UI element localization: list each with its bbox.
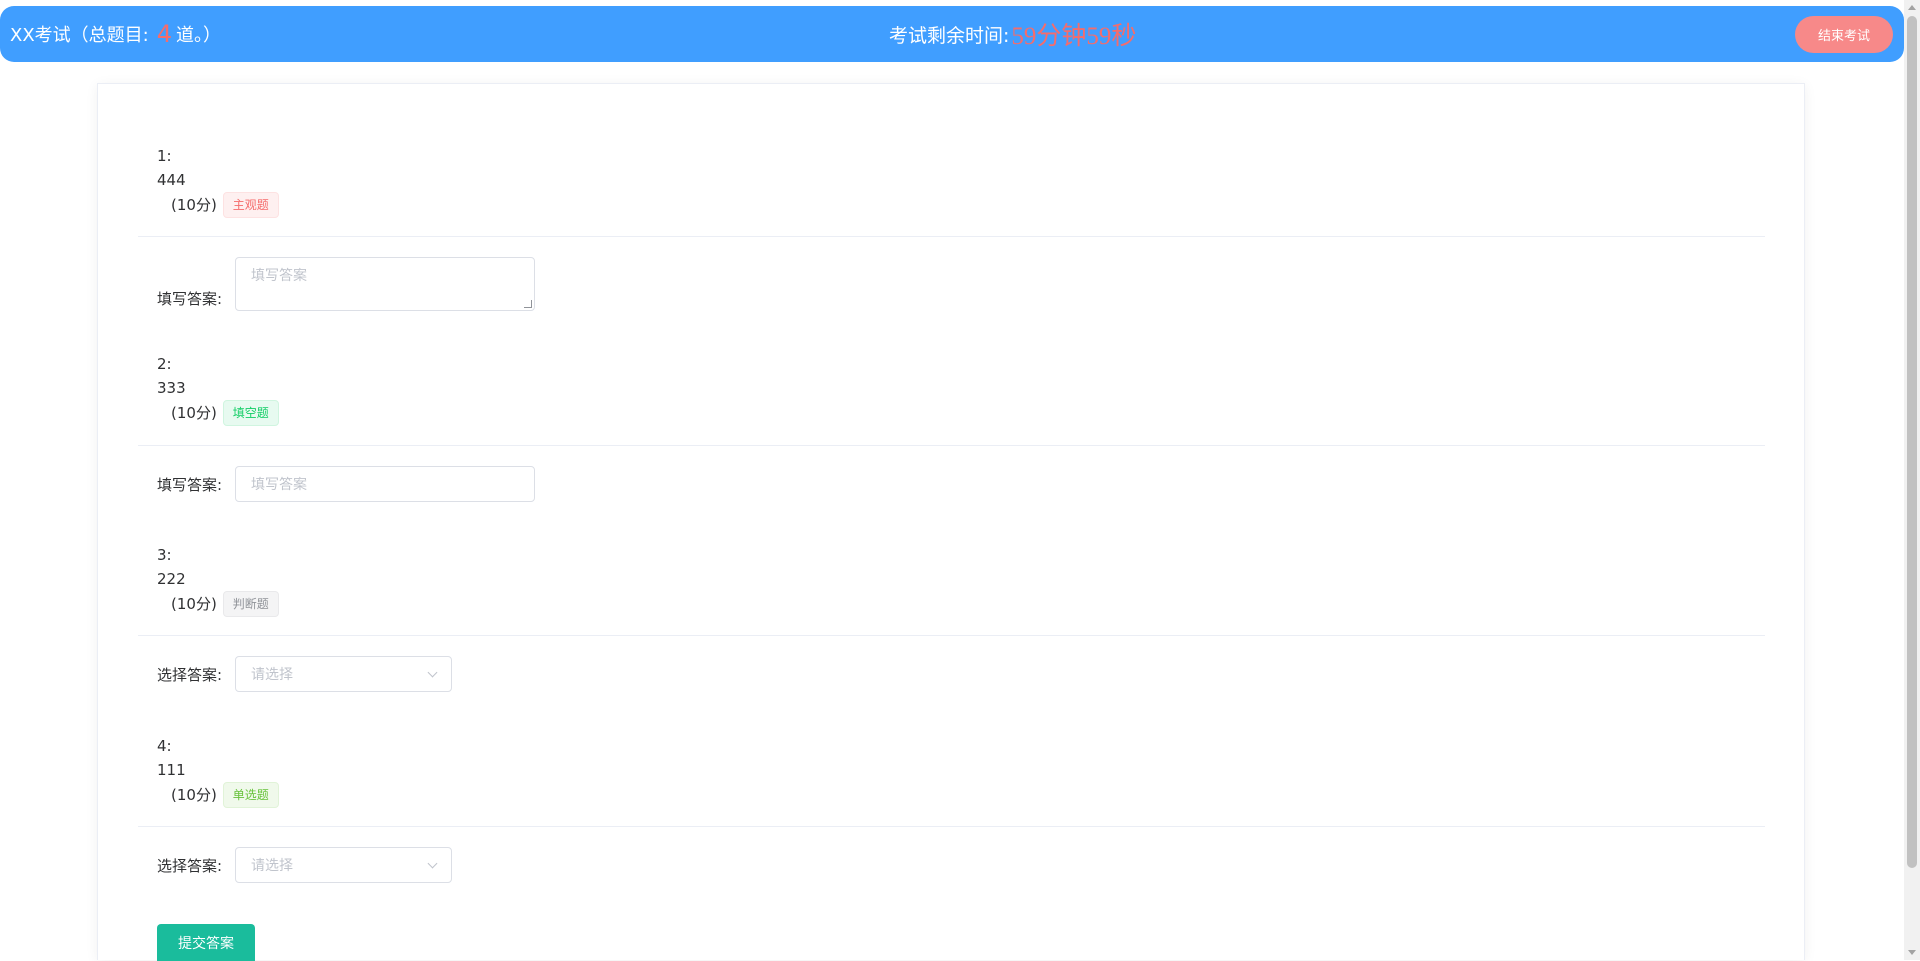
question-4: 4: 111 (10分) 单选题 [157, 734, 279, 808]
question-type-tag: 判断题 [222, 591, 279, 617]
exam-header: XX考试（总题目: 4 道。） 考试剩余时间: 59分钟59秒 结束考试 [0, 6, 1904, 62]
question-content: 444 [157, 171, 186, 189]
answer-select[interactable]: 请选择 [235, 847, 452, 883]
answer-placeholder: 填写答案 [251, 268, 307, 284]
timer-label: 考试剩余时间: [889, 24, 1010, 47]
resize-grip-icon[interactable] [524, 300, 532, 308]
answer-row-4: 选择答案: 请选择 [157, 847, 452, 883]
answer-label: 填写答案: [157, 289, 223, 308]
divider [138, 445, 1765, 446]
exam-title-suffix: 道。） [176, 25, 222, 46]
answer-row-1: 填写答案: 填写答案 [157, 257, 535, 311]
question-number: 1: [157, 147, 172, 165]
scroll-down-icon[interactable] [1908, 950, 1916, 955]
scrollbar-thumb[interactable] [1907, 16, 1917, 868]
question-count: 4 [156, 20, 173, 48]
page-scrollbar[interactable] [1904, 0, 1920, 960]
answer-placeholder: 请选择 [251, 858, 293, 874]
question-number: 3: [157, 546, 172, 564]
answer-label: 选择答案: [157, 665, 223, 684]
answer-placeholder: 请选择 [251, 667, 293, 683]
question-content: 333 [157, 379, 186, 397]
divider [138, 826, 1765, 827]
answer-row-3: 选择答案: 请选择 [157, 656, 452, 692]
question-2: 2: 333 (10分) 填空题 [157, 352, 279, 426]
timer-value: 59分钟59秒 [1011, 23, 1137, 50]
submit-answers-button[interactable]: 提交答案 [157, 924, 255, 961]
divider [138, 236, 1765, 237]
answer-textarea[interactable]: 填写答案 [235, 257, 535, 311]
answer-row-2: 填写答案: 填写答案 [157, 466, 535, 502]
question-score: (10分) [171, 404, 217, 422]
divider [138, 635, 1765, 636]
exam-title: XX考试（总题目: 4 道。） [10, 6, 221, 62]
question-number: 2: [157, 355, 172, 373]
question-type-tag: 单选题 [222, 782, 279, 808]
end-exam-button[interactable]: 结束考试 [1795, 16, 1893, 53]
question-type-tag: 填空题 [222, 400, 279, 426]
question-score: (10分) [171, 786, 217, 804]
answer-placeholder: 填写答案 [251, 477, 307, 493]
question-content: 222 [157, 570, 186, 588]
question-3: 3: 222 (10分) 判断题 [157, 543, 279, 617]
question-content: 111 [157, 761, 186, 779]
question-number: 4: [157, 737, 172, 755]
answer-input[interactable]: 填写答案 [235, 466, 535, 502]
question-score: (10分) [171, 196, 217, 214]
chevron-down-icon [427, 858, 438, 868]
question-score: (10分) [171, 595, 217, 613]
timer-area: 考试剩余时间: 59分钟59秒 [889, 6, 1136, 62]
answer-label: 填写答案: [157, 475, 223, 494]
answer-select[interactable]: 请选择 [235, 656, 452, 692]
exam-card: 1: 444 (10分) 主观题 填写答案: 填写答案 2: 333 (10分)… [97, 83, 1805, 961]
question-1: 1: 444 (10分) 主观题 [157, 144, 279, 218]
chevron-down-icon [427, 667, 438, 677]
exam-title-prefix: XX考试（总题目: [10, 25, 149, 46]
question-type-tag: 主观题 [222, 192, 279, 218]
scroll-up-icon[interactable] [1908, 5, 1916, 10]
answer-label: 选择答案: [157, 856, 223, 875]
